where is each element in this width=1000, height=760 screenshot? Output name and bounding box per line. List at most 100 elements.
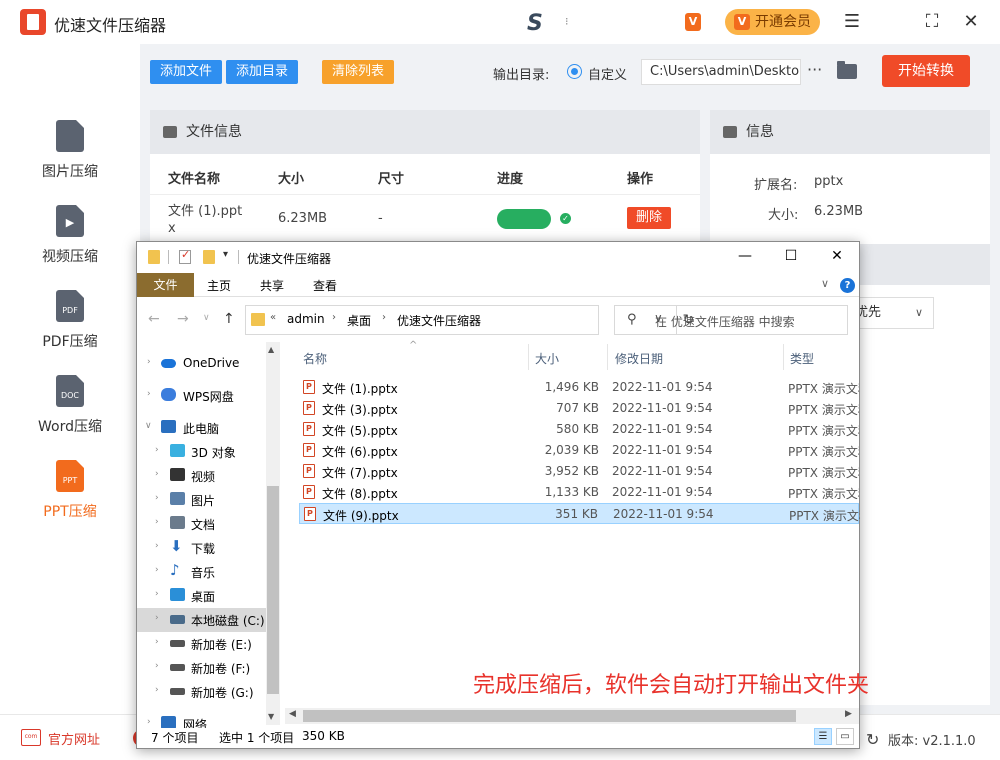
address-bar[interactable]: « admin › 桌面 › 优速文件压缩器 ∨ ↻: [245, 305, 694, 335]
up-arrow-icon[interactable]: ↑: [223, 311, 235, 327]
sidebar-item-video[interactable]: ▶ 视频压缩: [0, 205, 140, 285]
open-vip-button[interactable]: V 开通会员: [725, 9, 820, 35]
nav-item-pictures[interactable]: › 图片: [137, 488, 267, 512]
nav-item-documents[interactable]: › 文档: [137, 512, 267, 536]
sidebar-item-word[interactable]: DOC Word压缩: [0, 375, 140, 455]
brand-s-icon: S: [527, 11, 543, 36]
sidebar-item-ppt[interactable]: PPT PPT压缩: [0, 460, 140, 540]
breadcrumb-admin[interactable]: admin: [287, 312, 325, 326]
minimize-icon[interactable]: —: [735, 246, 755, 266]
delete-button[interactable]: 删除: [627, 207, 671, 229]
ppt-file-icon: PPT: [56, 460, 84, 492]
file-row[interactable]: 文件 (1).pptx 1,496 KB 2022-11-01 9:54 PPT…: [299, 377, 859, 398]
scroll-down-icon[interactable]: ▼: [268, 712, 274, 721]
properties-icon[interactable]: [179, 248, 191, 264]
scroll-left-icon[interactable]: ◀: [289, 709, 296, 719]
vip-badge-icon[interactable]: V: [677, 13, 701, 31]
output-dir-label: 输出目录:: [493, 68, 550, 83]
nav-item-music[interactable]: › ♪ 音乐: [137, 560, 267, 584]
more-options-icon[interactable]: ···: [807, 60, 822, 79]
add-file-button[interactable]: 添加文件: [150, 60, 222, 84]
nav-item-this-pc[interactable]: ∨ 此电脑: [137, 416, 267, 440]
sidebar-item-image[interactable]: 图片压缩: [0, 120, 140, 200]
clear-list-button[interactable]: 清除列表: [322, 60, 394, 84]
open-folder-icon[interactable]: [837, 61, 857, 79]
item-count: 7 个项目: [151, 731, 199, 745]
ribbon-expand-icon[interactable]: ∨: [821, 277, 829, 290]
file-row-selected[interactable]: 文件 (9).pptx 351 KB 2022-11-01 9:54 PPTX …: [299, 503, 860, 524]
official-site-link[interactable]: 官方网址: [48, 729, 100, 748]
progress-bar: [497, 209, 551, 229]
details-view-icon[interactable]: ☰: [814, 728, 832, 745]
scrollbar-thumb[interactable]: [303, 710, 796, 722]
nav-item-drive-e[interactable]: › 新加卷 (E:): [137, 632, 267, 656]
file-row[interactable]: 文件 (8).pptx 1,133 KB 2022-11-01 9:54 PPT…: [299, 482, 859, 503]
column-name[interactable]: 名称: [303, 350, 327, 367]
column-divider[interactable]: [528, 344, 529, 370]
nav-item-3d[interactable]: › 3D 对象: [137, 440, 267, 464]
custom-radio[interactable]: [567, 64, 582, 79]
pptx-file-icon: [303, 485, 315, 499]
file-row[interactable]: 文件 (3).pptx 707 KB 2022-11-01 9:54 PPTX …: [299, 398, 859, 419]
forward-arrow-icon[interactable]: →: [177, 311, 189, 327]
nav-item-drive-g[interactable]: › 新加卷 (G:): [137, 680, 267, 704]
close-icon[interactable]: ✕: [827, 246, 847, 266]
doc-file-icon: DOC: [56, 375, 84, 407]
explorer-title: 优速文件压缩器: [247, 252, 332, 266]
scroll-right-icon[interactable]: ▶: [845, 709, 852, 719]
quick-access-dropdown-icon[interactable]: ▾: [223, 249, 228, 260]
priority-select[interactable]: 优先 ∨: [850, 297, 934, 329]
add-directory-button[interactable]: 添加目录: [226, 60, 298, 84]
nav-item-drive-c[interactable]: › 本地磁盘 (C:): [137, 608, 267, 632]
tab-file[interactable]: 文件: [137, 273, 194, 297]
video-file-icon: ▶: [56, 205, 84, 237]
column-type[interactable]: 类型: [790, 350, 814, 367]
nav-item-onedrive[interactable]: › OneDrive: [137, 352, 267, 376]
back-arrow-icon[interactable]: ←: [148, 311, 160, 327]
tab-share[interactable]: 共享: [260, 277, 284, 294]
divider: [238, 250, 239, 264]
menu-icon[interactable]: ☰: [840, 10, 864, 34]
nav-item-videos[interactable]: › 视频: [137, 464, 267, 488]
maximize-icon[interactable]: ⛶: [920, 10, 944, 34]
file-name: 文件 (1).ppt: [168, 204, 243, 219]
thumbnail-view-icon[interactable]: ▭: [836, 728, 854, 745]
column-size[interactable]: 大小: [535, 350, 559, 367]
column-divider[interactable]: [607, 344, 608, 370]
search-input[interactable]: ⚲ 在 优速文件压缩器 中搜索: [614, 305, 848, 335]
maximize-icon[interactable]: ☐: [781, 246, 801, 266]
nav-item-wps[interactable]: › WPS网盘: [137, 384, 267, 408]
column-divider[interactable]: [783, 344, 784, 370]
version-label: 版本: v2.1.1.0: [888, 734, 976, 749]
output-path-input[interactable]: C:\Users\admin\Desktop: [641, 59, 801, 85]
nav-item-drive-f[interactable]: › 新加卷 (F:): [137, 656, 267, 680]
scrollbar-thumb[interactable]: [267, 486, 279, 694]
file-name-wrap: x: [168, 221, 176, 236]
start-convert-button[interactable]: 开始转换: [882, 55, 970, 87]
recent-dropdown-icon[interactable]: ∨: [203, 313, 210, 323]
column-date[interactable]: 修改日期: [615, 350, 663, 367]
file-row[interactable]: 文件 (7).pptx 3,952 KB 2022-11-01 9:54 PPT…: [299, 461, 859, 482]
ribbon: 文件 主页 共享 查看 ∨ ?: [137, 273, 859, 297]
drive-icon: [170, 688, 185, 695]
nav-item-downloads[interactable]: › ⬇ 下载: [137, 536, 267, 560]
scroll-up-icon[interactable]: ▲: [268, 345, 274, 354]
close-icon[interactable]: ✕: [959, 10, 983, 34]
breadcrumb-folder[interactable]: 优速文件压缩器: [397, 312, 481, 329]
file-row[interactable]: 文件 (5).pptx 580 KB 2022-11-01 9:54 PPTX …: [299, 419, 859, 440]
nav-scrollbar[interactable]: ▲ ▼: [266, 342, 280, 725]
help-icon[interactable]: ?: [840, 278, 855, 293]
file-row[interactable]: 文件 (6).pptx 2,039 KB 2022-11-01 9:54 PPT…: [299, 440, 859, 461]
tab-view[interactable]: 查看: [313, 277, 337, 294]
explorer-window: ▾ 优速文件压缩器 — ☐ ✕ 文件 主页 共享 查看 ∨ ? ← → ∨ ↑ …: [136, 241, 869, 749]
new-folder-icon[interactable]: [203, 250, 215, 264]
music-note-icon: ♪: [170, 561, 180, 579]
tab-home[interactable]: 主页: [207, 277, 231, 294]
col-action: 操作: [627, 172, 654, 187]
sidebar-item-pdf[interactable]: PDF PDF压缩: [0, 290, 140, 370]
chevron-down-icon: ∨: [914, 306, 923, 319]
horizontal-scrollbar[interactable]: ◀ ▶: [285, 708, 859, 724]
nav-item-desktop[interactable]: › 桌面: [137, 584, 267, 608]
explorer-title-bar: ▾ 优速文件压缩器 — ☐ ✕: [137, 242, 859, 272]
breadcrumb-desktop[interactable]: 桌面: [347, 312, 371, 329]
